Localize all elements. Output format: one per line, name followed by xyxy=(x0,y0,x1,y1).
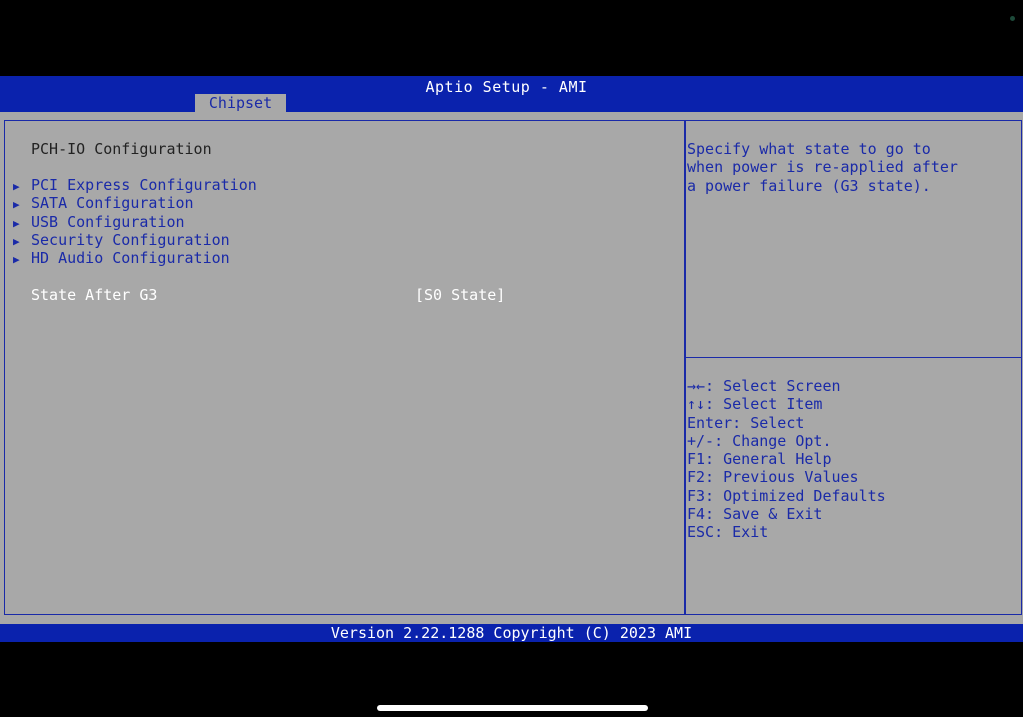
menu-item-label: HD Audio Configuration xyxy=(31,249,230,268)
state-after-g3-value[interactable]: [S0 State] xyxy=(415,286,505,304)
home-indicator[interactable] xyxy=(377,705,648,711)
panel-divider xyxy=(684,121,686,614)
help-text: Specify what state to go to when power i… xyxy=(687,140,958,195)
main-content: PCH-IO Configuration ▶ PCI Express Config… xyxy=(0,112,1023,624)
key-enter-select: Enter: Select xyxy=(687,413,805,432)
camera-dot xyxy=(1010,16,1015,21)
menu-item-label: SATA Configuration xyxy=(31,194,194,213)
key-legend: →←: Select Screen ↑↓: Select Item Enter:… xyxy=(687,377,886,542)
key-previous-values: F2: Previous Values xyxy=(687,468,859,487)
submenu-arrow-icon: ▶ xyxy=(13,253,20,267)
key-save-exit: F4: Save & Exit xyxy=(687,505,823,524)
content-frame: PCH-IO Configuration ▶ PCI Express Config… xyxy=(4,120,1022,615)
menu-item-label: Security Configuration xyxy=(31,230,230,249)
menu-item-pci-express[interactable]: ▶ PCI Express Configuration xyxy=(13,176,257,194)
submenu-arrow-icon: ▶ xyxy=(13,198,20,212)
key-change-opt: +/-: Change Opt. xyxy=(687,431,832,450)
key-general-help: F1: General Help xyxy=(687,450,832,469)
key-esc-exit: ESC: Exit xyxy=(687,523,769,542)
menu-item-hd-audio[interactable]: ▶ HD Audio Configuration xyxy=(13,249,257,267)
key-select-screen: →←: Select Screen xyxy=(687,377,841,395)
menu-item-label: USB Configuration xyxy=(31,212,185,231)
submenu-list: ▶ PCI Express Configuration ▶ SATA Configu… xyxy=(13,176,257,267)
help-divider xyxy=(686,357,1021,358)
footer-bar: Version 2.22.1288 Copyright (C) 2023 AMI xyxy=(0,624,1023,642)
key-select-item: ↑↓: Select Item xyxy=(687,395,823,414)
app-title: Aptio Setup - AMI xyxy=(425,78,588,96)
key-optimized-defaults: F3: Optimized Defaults xyxy=(687,486,886,505)
state-after-g3-label[interactable]: State After G3 xyxy=(31,286,157,304)
menu-item-security[interactable]: ▶ Security Configuration xyxy=(13,231,257,249)
menu-item-usb[interactable]: ▶ USB Configuration xyxy=(13,213,257,231)
menu-item-label: PCI Express Configuration xyxy=(31,176,257,194)
header-bar: Aptio Setup - AMI Chipset xyxy=(0,76,1023,112)
section-title: PCH-IO Configuration xyxy=(31,140,212,158)
tab-chipset[interactable]: Chipset xyxy=(195,94,286,112)
menu-item-sata[interactable]: ▶ SATA Configuration xyxy=(13,194,257,212)
